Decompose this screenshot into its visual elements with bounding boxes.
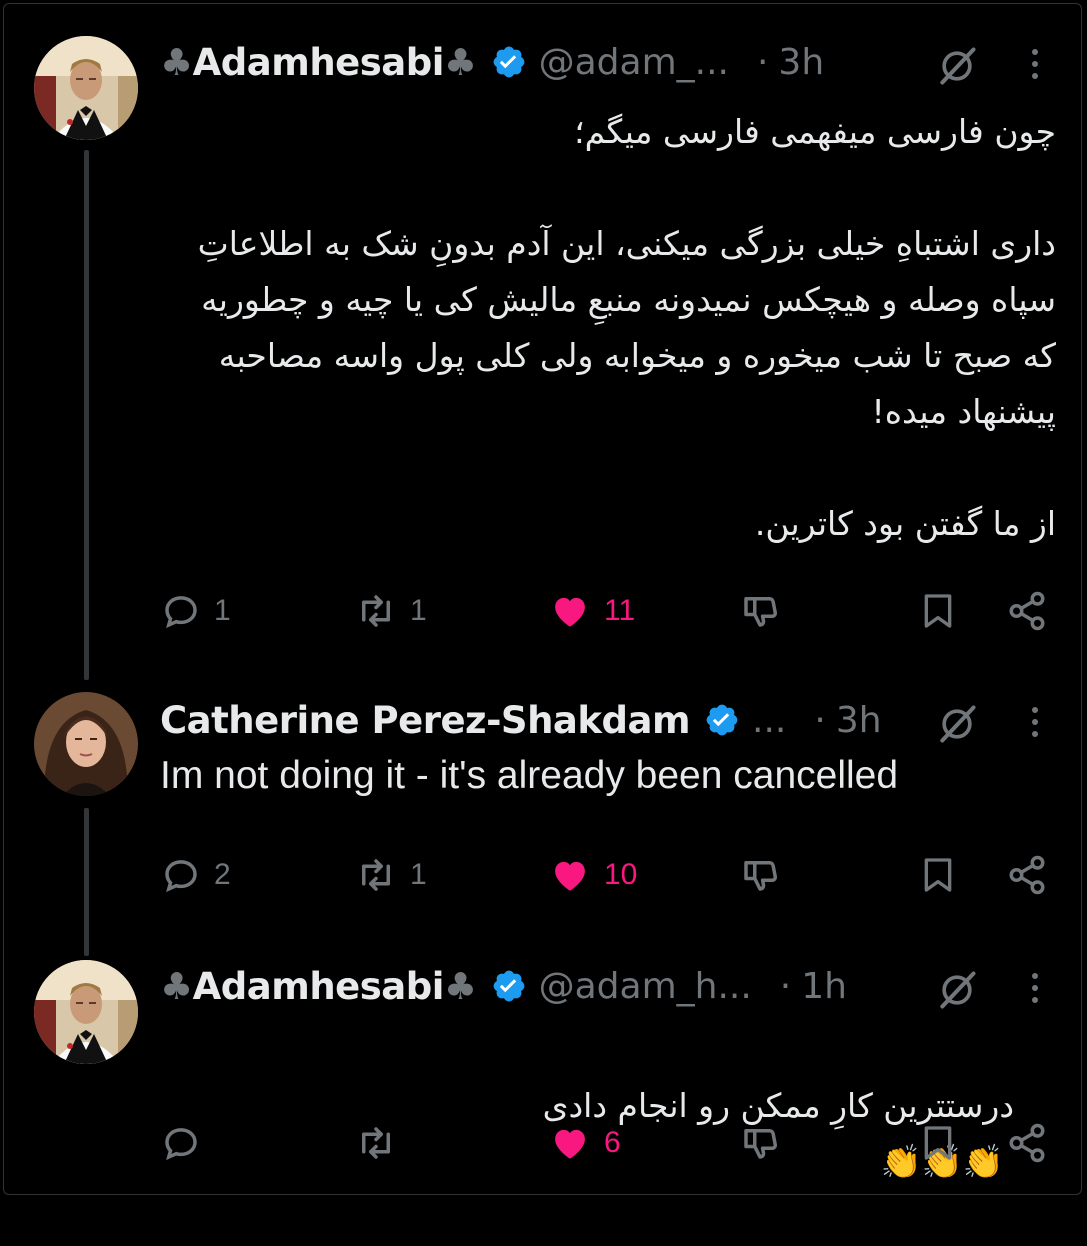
avatar-man-tuxedo-image bbox=[34, 960, 138, 1064]
tweet[interactable]: Catherine Perez-Shakdam ... · 3h Im not … bbox=[0, 690, 1087, 930]
bookmark-icon bbox=[918, 590, 958, 632]
like-button[interactable]: 11 bbox=[548, 586, 635, 636]
separator-dot: · bbox=[814, 699, 826, 741]
display-name[interactable]: Catherine Perez-Shakdam bbox=[160, 699, 691, 742]
like-count: 11 bbox=[604, 594, 636, 627]
tweet-header: ♣Adamhesabi♣ @adam_... · 3h bbox=[160, 32, 1047, 92]
dislike-button[interactable] bbox=[738, 850, 782, 900]
avatar[interactable] bbox=[34, 960, 138, 1064]
handle[interactable]: ... bbox=[752, 700, 786, 741]
avatar[interactable] bbox=[34, 692, 138, 796]
tweet-actions: 2 1 10 bbox=[160, 850, 1060, 900]
separator-dot: · bbox=[756, 41, 769, 83]
reply-button[interactable]: 1 bbox=[160, 586, 231, 636]
dislike-button[interactable] bbox=[738, 1118, 782, 1168]
bookmark-button[interactable] bbox=[918, 586, 958, 636]
bookmark-icon bbox=[918, 854, 958, 896]
repost-count: 1 bbox=[410, 858, 427, 891]
display-name[interactable]: ♣Adamhesabi♣ bbox=[160, 41, 477, 84]
display-name[interactable]: ♣Adamhesabi♣ bbox=[160, 965, 477, 1008]
bookmark-icon bbox=[918, 1122, 958, 1164]
verified-badge-icon bbox=[704, 702, 740, 738]
tweet-actions: 6 bbox=[160, 1118, 1060, 1168]
dislike-icon bbox=[738, 590, 782, 632]
tweet-text: چون فارسی میفهمی فارسی میگم؛ داری اشتباه… bbox=[197, 112, 1056, 543]
tweet-actions: 1 1 11 bbox=[160, 586, 1060, 636]
share-button[interactable] bbox=[1006, 586, 1048, 636]
like-count: 6 bbox=[604, 1126, 621, 1159]
share-icon bbox=[1006, 1122, 1048, 1164]
repost-button[interactable]: 1 bbox=[354, 586, 427, 636]
more-icon[interactable] bbox=[1029, 704, 1041, 740]
share-button[interactable] bbox=[1006, 1118, 1048, 1168]
dislike-icon bbox=[738, 854, 782, 896]
reply-button[interactable] bbox=[160, 1118, 214, 1168]
tweet[interactable]: ♣Adamhesabi♣ @adam_... · 3h چون فارسی می… bbox=[0, 30, 1087, 670]
timestamp[interactable]: 1h bbox=[801, 966, 847, 1007]
heart-icon bbox=[548, 590, 592, 632]
repost-icon bbox=[354, 590, 398, 632]
reply-icon bbox=[160, 854, 202, 896]
reply-count: 1 bbox=[214, 594, 231, 627]
reply-count: 2 bbox=[214, 858, 231, 891]
like-button[interactable]: 6 bbox=[548, 1118, 621, 1168]
avatar[interactable] bbox=[34, 36, 138, 140]
like-count: 10 bbox=[604, 858, 638, 891]
bookmark-button[interactable] bbox=[918, 850, 958, 900]
grok-icon[interactable] bbox=[935, 968, 979, 1012]
tweet-text: Im not doing it - it's already been canc… bbox=[160, 754, 899, 797]
handle[interactable]: @adam_h... bbox=[539, 966, 752, 1007]
timestamp[interactable]: 3h bbox=[836, 700, 882, 741]
repost-icon bbox=[354, 854, 398, 896]
heart-icon bbox=[548, 854, 592, 896]
grok-icon[interactable] bbox=[935, 702, 979, 746]
tweet-header: Catherine Perez-Shakdam ... · 3h bbox=[160, 690, 1047, 750]
verified-badge-icon bbox=[491, 968, 527, 1004]
dislike-button[interactable] bbox=[738, 586, 782, 636]
grok-icon[interactable] bbox=[935, 44, 979, 88]
tweet[interactable]: ♣Adamhesabi♣ @adam_h... · 1h درستترین کا… bbox=[0, 956, 1087, 1181]
reply-button[interactable]: 2 bbox=[160, 850, 231, 900]
avatar-woman-image bbox=[34, 692, 138, 796]
more-icon[interactable] bbox=[1029, 46, 1041, 82]
avatar-man-tuxedo-image bbox=[34, 36, 138, 140]
separator-dot: · bbox=[779, 965, 792, 1007]
repost-count: 1 bbox=[410, 594, 427, 627]
reply-icon bbox=[160, 1122, 202, 1164]
repost-button[interactable] bbox=[354, 1118, 410, 1168]
tweet-header: ♣Adamhesabi♣ @adam_h... · 1h bbox=[160, 956, 1047, 1016]
like-button[interactable]: 10 bbox=[548, 850, 637, 900]
timestamp[interactable]: 3h bbox=[778, 42, 824, 83]
share-icon bbox=[1006, 854, 1048, 896]
reply-icon bbox=[160, 590, 202, 632]
handle[interactable]: @adam_... bbox=[539, 42, 729, 83]
share-icon bbox=[1006, 590, 1048, 632]
verified-badge-icon bbox=[491, 44, 527, 80]
more-icon[interactable] bbox=[1029, 970, 1041, 1006]
bookmark-button[interactable] bbox=[918, 1118, 958, 1168]
dislike-icon bbox=[738, 1122, 782, 1164]
heart-icon bbox=[548, 1122, 592, 1164]
repost-icon bbox=[354, 1122, 398, 1164]
repost-button[interactable]: 1 bbox=[354, 850, 427, 900]
share-button[interactable] bbox=[1006, 850, 1048, 900]
